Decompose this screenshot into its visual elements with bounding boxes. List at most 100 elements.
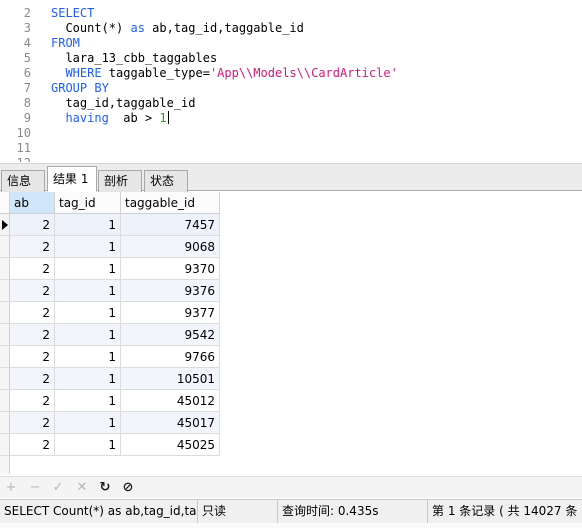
cell-taggable-id[interactable]: 45012 xyxy=(121,390,220,412)
sql-editor[interactable]: 2 SELECT 3 Count(*) as ab,tag_id,taggable_… xyxy=(0,0,582,162)
table-row[interactable]: 2 1 9370 xyxy=(0,258,222,280)
table-row[interactable]: 2 1 9377 xyxy=(0,302,222,324)
row-indicator[interactable] xyxy=(0,324,10,346)
row-indicator[interactable] xyxy=(0,258,10,280)
table-row[interactable]: 2 1 9542 xyxy=(0,324,222,346)
cell-ab[interactable]: 2 xyxy=(10,324,55,346)
column-header-taggable-id[interactable]: taggable_id xyxy=(121,192,220,214)
cell-tag-id[interactable]: 1 xyxy=(55,390,121,412)
cell-taggable-id[interactable]: 7457 xyxy=(121,214,220,236)
table-row[interactable]: 2 1 45025 xyxy=(0,434,222,456)
editor-line[interactable]: 11 xyxy=(0,141,582,156)
line-number: 3 xyxy=(23,21,31,35)
cell-tag-id[interactable]: 1 xyxy=(55,368,121,390)
editor-line[interactable]: 3 Count(*) as ab,tag_id,taggable_id xyxy=(0,21,582,36)
apply-changes-icon[interactable]: ✓ xyxy=(50,480,66,496)
current-row-arrow-icon xyxy=(2,220,8,230)
cell-taggable-id[interactable]: 45017 xyxy=(121,412,220,434)
cell-tag-id[interactable]: 1 xyxy=(55,346,121,368)
tab-result-1[interactable]: 结果 1 xyxy=(47,166,97,192)
cell-ab[interactable]: 2 xyxy=(10,368,55,390)
sql-keyword: SELECT xyxy=(51,6,95,20)
editor-line[interactable]: 7 GROUP BY xyxy=(0,81,582,96)
code-text: GROUP BY xyxy=(51,81,109,96)
grid-toolbar: + − ✓ ✕ ↻ ⊘ xyxy=(0,476,582,498)
row-indicator[interactable] xyxy=(0,302,10,324)
editor-line[interactable]: 8 tag_id,taggable_id xyxy=(0,96,582,111)
line-number: 2 xyxy=(23,6,31,20)
cell-taggable-id[interactable]: 9370 xyxy=(121,258,220,280)
cell-tag-id[interactable]: 1 xyxy=(55,280,121,302)
cell-tag-id[interactable]: 1 xyxy=(55,258,121,280)
editor-line[interactable]: 10 xyxy=(0,126,582,141)
sql-text: ab > xyxy=(108,111,160,125)
cell-ab[interactable]: 2 xyxy=(10,390,55,412)
tab-status[interactable]: 状态 xyxy=(144,170,188,192)
code-text: tag_id,taggable_id xyxy=(51,96,195,111)
discard-changes-icon[interactable]: ✕ xyxy=(74,480,90,496)
editor-line[interactable]: 4 FROM xyxy=(0,36,582,51)
cell-ab[interactable]: 2 xyxy=(10,434,55,456)
cell-taggable-id[interactable]: 9766 xyxy=(121,346,220,368)
table-row[interactable]: 2 1 7457 xyxy=(0,214,222,236)
table-row[interactable]: 2 1 45017 xyxy=(0,412,222,434)
row-indicator[interactable] xyxy=(0,390,10,412)
column-header-tag-id[interactable]: tag_id xyxy=(55,192,121,214)
cell-tag-id[interactable]: 1 xyxy=(55,324,121,346)
row-indicator[interactable] xyxy=(0,280,10,302)
status-query-text: SELECT Count(*) as ab,tag_id,ta xyxy=(0,500,198,523)
tab-info[interactable]: 信息 xyxy=(1,170,45,192)
cell-taggable-id[interactable]: 9376 xyxy=(121,280,220,302)
cell-tag-id[interactable]: 1 xyxy=(55,434,121,456)
row-indicator[interactable] xyxy=(0,346,10,368)
sql-text: Count(*) xyxy=(51,21,131,35)
row-indicator[interactable] xyxy=(0,236,10,258)
result-tabs: 信息 结果 1 剖析 状态 xyxy=(0,163,582,192)
editor-line[interactable]: 2 SELECT xyxy=(0,6,582,21)
row-indicator[interactable] xyxy=(0,368,10,390)
cell-ab[interactable]: 2 xyxy=(10,280,55,302)
refresh-icon[interactable]: ↻ xyxy=(97,480,113,496)
cell-tag-id[interactable]: 1 xyxy=(55,302,121,324)
code-text: having ab > 1 xyxy=(51,111,169,126)
editor-line[interactable]: 12 xyxy=(0,156,582,162)
sql-number: 1 xyxy=(159,111,167,125)
table-row[interactable]: 2 1 45012 xyxy=(0,390,222,412)
code-text: SELECT xyxy=(51,6,94,21)
column-header-ab[interactable]: ab xyxy=(10,192,55,214)
cell-tag-id[interactable]: 1 xyxy=(55,214,121,236)
line-number: 11 xyxy=(16,141,31,155)
cell-tag-id[interactable]: 1 xyxy=(55,236,121,258)
editor-line[interactable]: 6 WHERE taggable_type='App\\Models\\Card… xyxy=(0,66,582,81)
cell-tag-id[interactable]: 1 xyxy=(55,412,121,434)
sql-keyword: having xyxy=(65,111,109,125)
add-record-icon[interactable]: + xyxy=(3,480,19,496)
cell-ab[interactable]: 2 xyxy=(10,236,55,258)
result-grid[interactable]: ab tag_id taggable_id 2 1 7457 2 1 9068 2 1 9370… xyxy=(0,192,582,474)
cell-ab[interactable]: 2 xyxy=(10,258,55,280)
table-row[interactable]: 2 1 9766 xyxy=(0,346,222,368)
editor-line[interactable]: 5 lara_13_cbb_taggables xyxy=(0,51,582,66)
table-row[interactable]: 2 1 10501 xyxy=(0,368,222,390)
cell-taggable-id[interactable]: 9542 xyxy=(121,324,220,346)
row-indicator[interactable] xyxy=(0,412,10,434)
cell-taggable-id[interactable]: 45025 xyxy=(121,434,220,456)
stop-icon[interactable]: ⊘ xyxy=(120,480,136,496)
cell-ab[interactable]: 2 xyxy=(10,412,55,434)
cell-taggable-id[interactable]: 9377 xyxy=(121,302,220,324)
cell-ab[interactable]: 2 xyxy=(10,346,55,368)
cell-ab[interactable]: 2 xyxy=(10,302,55,324)
tab-profile[interactable]: 剖析 xyxy=(98,170,142,192)
cell-taggable-id[interactable]: 10501 xyxy=(121,368,220,390)
table-row[interactable]: 2 1 9068 xyxy=(0,236,222,258)
status-query-time: 查询时间: 0.435s xyxy=(278,500,428,523)
table-row[interactable]: 2 1 9376 xyxy=(0,280,222,302)
delete-record-icon[interactable]: − xyxy=(27,480,43,496)
row-indicator[interactable] xyxy=(0,434,10,456)
row-indicator[interactable] xyxy=(0,214,10,236)
cell-taggable-id[interactable]: 9068 xyxy=(121,236,220,258)
cell-ab[interactable]: 2 xyxy=(10,214,55,236)
editor-line[interactable]: 9 having ab > 1 xyxy=(0,111,582,126)
